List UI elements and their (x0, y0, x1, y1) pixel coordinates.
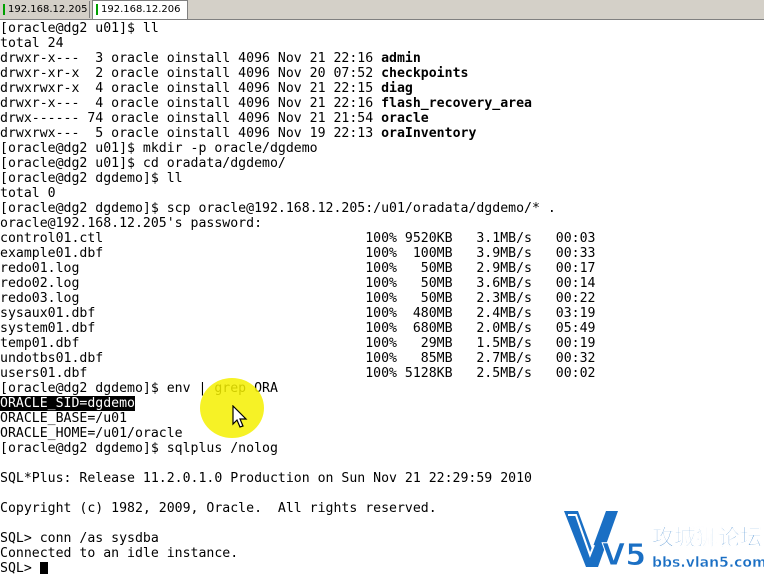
terminal-line: drwxrwxr-x 4 oracle oinstall 4096 Nov 21… (0, 81, 413, 96)
watermark-site-cn: 攻城狮论坛 (652, 525, 762, 551)
tab-bar: 192.168.12.205 192.168.12.206 (0, 0, 764, 20)
terminal-line: redo01.log 100% 50MB 2.9MB/s 00:17 (0, 261, 596, 276)
terminal-line: ORACLE_BASE=/u01 (0, 411, 128, 426)
connected-indicator-icon (3, 3, 5, 15)
text-selection[interactable]: ORACLE_SID=dgdemo (0, 396, 135, 411)
tab-label: 192.168.12.205 (8, 4, 88, 15)
terminal-line: [oracle@dg2 u01]$ mkdir -p oracle/dgdemo (0, 141, 318, 156)
dir-name: checkpoints (381, 66, 469, 81)
connected-indicator-icon (96, 3, 98, 15)
terminal-line: oracle@192.168.12.205's password: (0, 216, 263, 231)
terminal-line: redo02.log 100% 50MB 3.6MB/s 00:14 (0, 276, 596, 291)
terminal-line: drwxrwx--- 5 oracle oinstall 4096 Nov 19… (0, 126, 477, 141)
terminal-line: Copyright (c) 1982, 2009, Oracle. All ri… (0, 501, 437, 516)
watermark-logo: V5 攻城狮论坛 bbs.vlan5.com (564, 511, 764, 574)
dir-name: diag (381, 81, 413, 96)
dir-name: flash_recovery_area (381, 96, 532, 111)
text-cursor-icon (39, 562, 48, 574)
terminal-line: control01.ctl 100% 9520KB 3.1MB/s 00:03 (0, 231, 596, 246)
tab-label: 192.168.12.206 (101, 4, 181, 15)
dir-name: oraInventory (381, 126, 477, 141)
dir-name: admin (381, 51, 421, 66)
terminal-line: drwx------ 74 oracle oinstall 4096 Nov 2… (0, 111, 429, 126)
tab-session-206[interactable]: 192.168.12.206 (92, 0, 188, 19)
tab-session-205[interactable]: 192.168.12.205 (0, 1, 90, 18)
terminal-line: [oracle@dg2 u01]$ ll (0, 21, 159, 36)
terminal-line: total 0 (0, 186, 56, 201)
terminal-line: total 24 (0, 36, 64, 51)
terminal-line: [oracle@dg2 dgdemo]$ ll (0, 171, 183, 186)
terminal-line: redo03.log 100% 50MB 2.3MB/s 00:22 (0, 291, 596, 306)
terminal-line: SQL*Plus: Release 11.2.0.1.0 Production … (0, 471, 532, 486)
terminal-line: ORACLE_HOME=/u01/oracle (0, 426, 183, 441)
terminal-line: sysaux01.dbf 100% 480MB 2.4MB/s 03:19 (0, 306, 596, 321)
terminal-line: drwxr-x--- 4 oracle oinstall 4096 Nov 21… (0, 96, 532, 111)
terminal-line: drwxr-xr-x 2 oracle oinstall 4096 Nov 20… (0, 66, 469, 81)
dir-name: oracle (381, 111, 429, 126)
terminal-line: example01.dbf 100% 100MB 3.9MB/s 00:33 (0, 246, 596, 261)
terminal-line: SQL> conn /as sysdba (0, 531, 159, 546)
terminal-line: drwxr-x--- 3 oracle oinstall 4096 Nov 21… (0, 51, 421, 66)
terminal-line: undotbs01.dbf 100% 85MB 2.7MB/s 00:32 (0, 351, 596, 366)
terminal-line: temp01.dbf 100% 29MB 1.5MB/s 00:19 (0, 336, 596, 351)
terminal-line: [oracle@dg2 dgdemo]$ sqlplus /nolog (0, 441, 278, 456)
terminal-line: system01.dbf 100% 680MB 2.0MB/s 05:49 (0, 321, 596, 336)
terminal-prompt-line[interactable]: SQL> (0, 561, 48, 576)
mouse-pointer-icon (232, 405, 248, 428)
terminal-line: users01.dbf 100% 5128KB 2.5MB/s 00:02 (0, 366, 596, 381)
terminal-line: [oracle@dg2 u01]$ cd oradata/dgdemo/ (0, 156, 286, 171)
terminal-line: [oracle@dg2 dgdemo]$ scp oracle@192.168.… (0, 201, 556, 216)
watermark-brand: V5 (602, 538, 646, 573)
terminal-line: ORACLE_SID=dgdemo (0, 396, 135, 411)
watermark-site-url: bbs.vlan5.com (652, 555, 764, 571)
terminal-area[interactable]: [oracle@dg2 u01]$ ll total 24 drwxr-x---… (0, 21, 764, 576)
terminal-line: Connected to an idle instance. (0, 546, 239, 561)
